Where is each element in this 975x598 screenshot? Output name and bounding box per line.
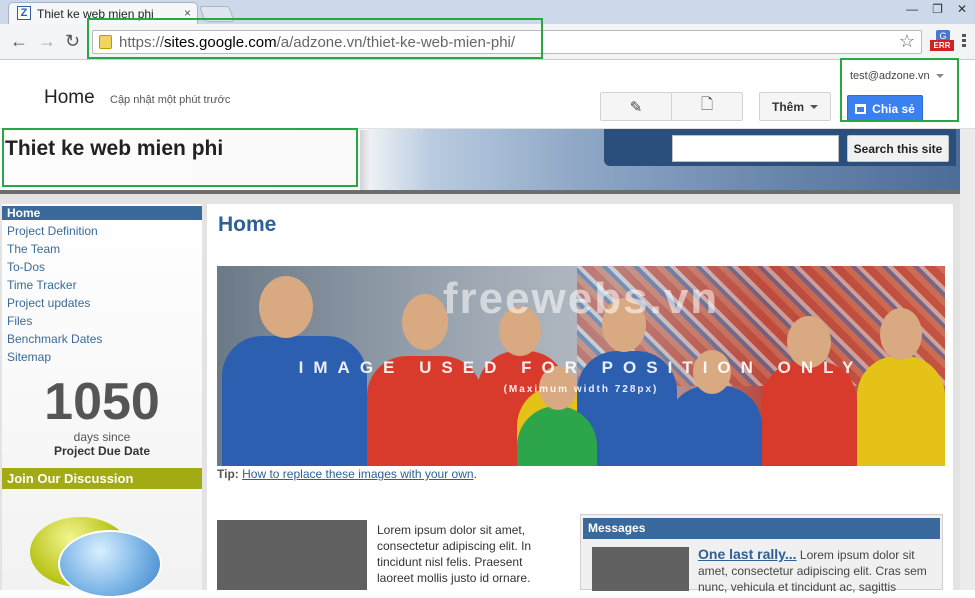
edit-button-group: ✎ 🗋	[600, 92, 743, 121]
tip-label: Tip:	[217, 467, 239, 481]
person-figure	[222, 336, 367, 466]
extension-error-badge: ERR	[930, 40, 954, 51]
sidebar-item-project-definition[interactable]: Project Definition	[2, 222, 202, 240]
sidebar-item-to-dos[interactable]: To-Dos	[2, 258, 202, 276]
main-content: Home freewebs.vn IMAGE USED FOR POSITION…	[207, 204, 953, 594]
tip-line: Tip: How to replace these images with yo…	[217, 467, 477, 481]
window-controls: — ❐ ✕	[906, 2, 967, 16]
message-thumbnail	[592, 547, 689, 591]
site-favicon-icon: Z	[17, 6, 31, 20]
sidebar-item-sitemap[interactable]: Sitemap	[2, 348, 202, 366]
tip-link[interactable]: How to replace these images with your ow…	[242, 467, 473, 481]
tip-end: .	[473, 467, 477, 481]
page-name: Home	[44, 87, 95, 108]
search-input[interactable]	[672, 135, 839, 162]
more-label: Thêm	[771, 99, 804, 114]
messages-header: Messages	[583, 518, 940, 539]
close-window-icon[interactable]: ✕	[957, 2, 967, 16]
person-figure	[667, 386, 762, 466]
sidebar-nav: Home Project Definition The Team To-Dos …	[2, 206, 202, 366]
back-arrow-icon[interactable]: ←	[10, 31, 28, 52]
countdown-unit: days since	[73, 430, 131, 444]
maximize-icon[interactable]: ❐	[932, 2, 943, 16]
sidebar-item-home[interactable]: Home	[2, 206, 202, 220]
last-updated: Cập nhật một phút trước	[110, 94, 231, 106]
hero-subcaption: (Maximum width 728px)	[503, 384, 659, 395]
sidebar-item-benchmark-dates[interactable]: Benchmark Dates	[2, 330, 202, 348]
join-discussion-header[interactable]: Join Our Discussion	[2, 468, 202, 489]
page-right-margin	[960, 129, 975, 590]
edit-page-button[interactable]: ✎	[601, 93, 671, 120]
sidebar-item-time-tracker[interactable]: Time Tracker	[2, 276, 202, 294]
account-highlight	[840, 58, 959, 122]
banner-shadow	[360, 130, 370, 190]
chevron-down-icon	[810, 104, 818, 109]
forward-arrow-icon[interactable]: →	[38, 31, 56, 52]
hero-caption: IMAGE USED FOR POSITION ONLY	[298, 358, 864, 377]
pencil-icon: ✎	[629, 98, 643, 116]
hero-image: freewebs.vn IMAGE USED FOR POSITION ONLY…	[217, 266, 945, 466]
reload-icon[interactable]: ↻	[65, 31, 80, 52]
message-item: One last rally... Lorem ipsum dolor sit …	[698, 546, 936, 595]
countdown-number: 1050	[44, 373, 160, 431]
extension-icon[interactable]: G ERR	[930, 30, 954, 52]
messages-panel: Messages One last rally... Lorem ipsum d…	[580, 514, 943, 594]
hero-watermark: freewebs.vn	[442, 274, 720, 323]
message-link[interactable]: One last rally...	[698, 546, 797, 562]
countdown-widget: 1050 days since Project Due Date	[2, 374, 202, 458]
lorem-paragraph: Lorem ipsum dolor sit amet, consectetur …	[377, 523, 532, 585]
sites-header: Home Cập nhật một phút trước ✎ 🗋 Thêm	[0, 61, 975, 129]
main-title: Home	[218, 213, 277, 236]
chat-bubble-icon	[58, 530, 162, 598]
more-button[interactable]: Thêm	[759, 92, 831, 121]
site-title-highlight	[2, 128, 358, 187]
sidebar-item-the-team[interactable]: The Team	[2, 240, 202, 258]
sidebar: Home Project Definition The Team To-Dos …	[2, 204, 202, 598]
browser-menu-icon[interactable]	[962, 34, 966, 50]
new-page-icon: 🗋	[700, 96, 714, 113]
countdown-label: Project Due Date	[53, 444, 151, 458]
search-button[interactable]: Search this site	[847, 135, 949, 162]
address-bar-highlight	[87, 18, 543, 59]
minimize-icon[interactable]: —	[906, 2, 918, 16]
sidebar-item-project-updates[interactable]: Project updates	[2, 294, 202, 312]
sidebar-item-files[interactable]: Files	[2, 312, 202, 330]
new-page-button[interactable]: 🗋	[671, 93, 742, 120]
bookmark-star-icon[interactable]: ☆	[899, 31, 915, 52]
placeholder-image	[217, 520, 367, 590]
